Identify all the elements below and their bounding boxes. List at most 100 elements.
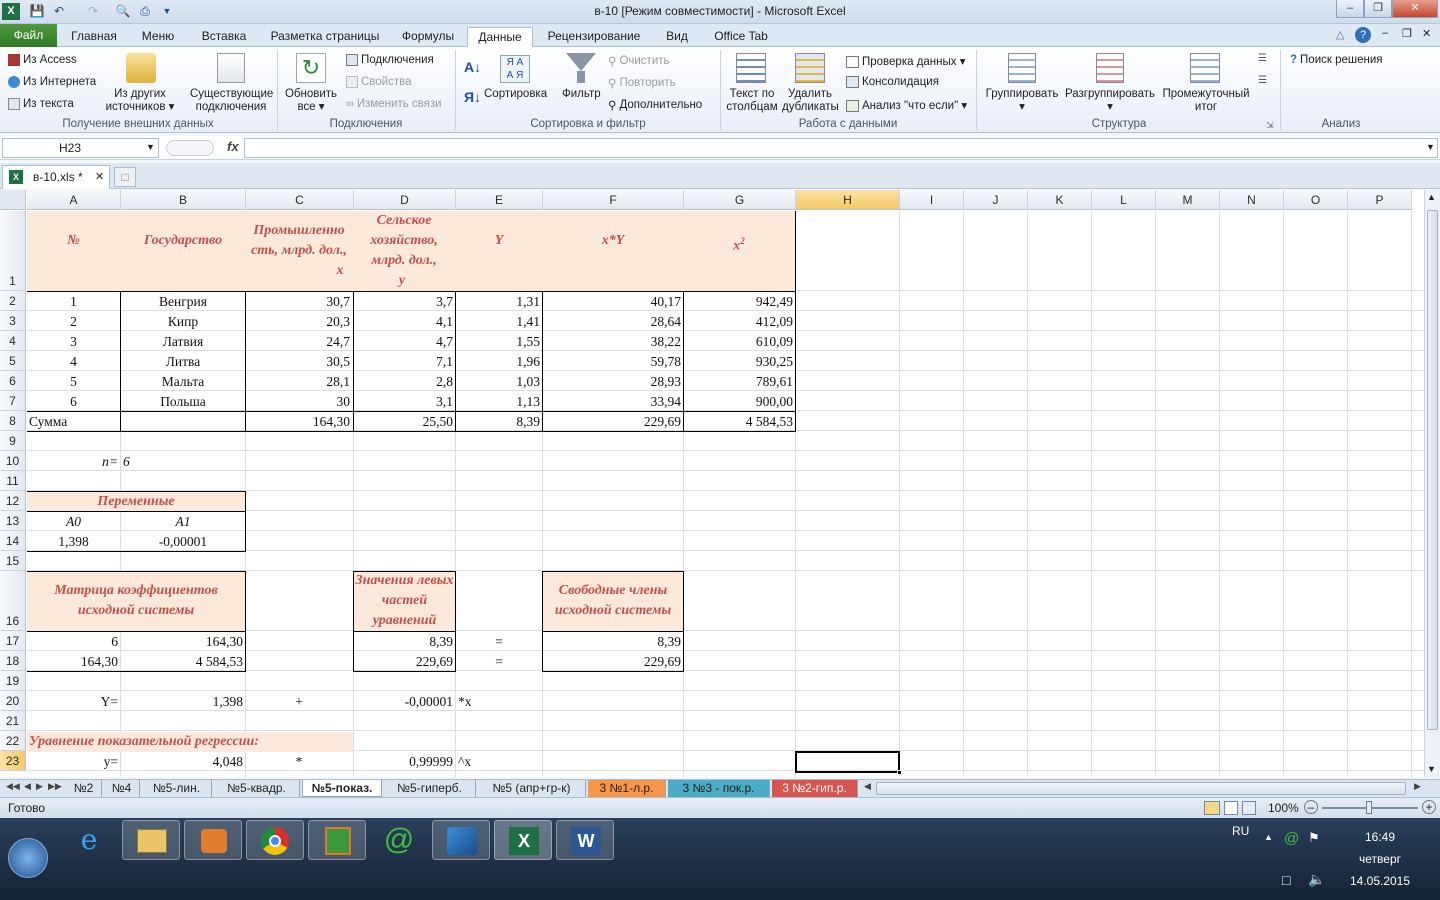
- group-button[interactable]: Группировать ▾: [984, 88, 1060, 114]
- column-header-F[interactable]: F: [543, 190, 684, 210]
- data-validation-button[interactable]: Проверка данных ▾: [846, 54, 966, 68]
- ungroup-button[interactable]: Разгруппировать ▾: [1064, 88, 1156, 114]
- from-access-button[interactable]: Из Access: [8, 54, 77, 66]
- name-box[interactable]: H23: [2, 138, 159, 158]
- doc-minimize-icon[interactable]: –: [1382, 27, 1388, 39]
- column-header-H[interactable]: H: [796, 190, 900, 210]
- vertical-scrollbar[interactable]: ▲ ▼: [1424, 190, 1440, 777]
- tray-expand-icon[interactable]: ▲: [1264, 832, 1273, 842]
- sort-az-icon[interactable]: A↓: [464, 59, 481, 75]
- column-header-D[interactable]: D: [354, 190, 456, 210]
- document-tab[interactable]: X в-10.xls * ✕: [2, 165, 110, 189]
- properties-button[interactable]: Свойства: [346, 76, 412, 88]
- tab-scroll-left-icon[interactable]: ◀: [864, 781, 871, 792]
- remove-duplicates-button[interactable]: Удалить дубликаты: [782, 88, 839, 114]
- row-header-21[interactable]: 21: [0, 711, 26, 731]
- row-header-14[interactable]: 14: [0, 531, 26, 551]
- outline-dialog-launcher-icon[interactable]: ⇲: [1266, 120, 1274, 131]
- row-header-3[interactable]: 3: [0, 311, 26, 331]
- tab-page-layout[interactable]: Разметка страницы: [264, 27, 386, 47]
- minimize-button[interactable]: –: [1336, 0, 1364, 18]
- row-header-4[interactable]: 4: [0, 331, 26, 351]
- from-text-button[interactable]: Из текста: [8, 98, 74, 110]
- connections-button[interactable]: Подключения: [346, 54, 434, 66]
- remote-app-icon[interactable]: [308, 820, 366, 860]
- zoom-in-icon[interactable]: +: [1422, 800, 1436, 814]
- ie-icon[interactable]: e: [60, 820, 118, 860]
- from-web-button[interactable]: Из Интернета: [8, 76, 96, 88]
- column-header-P[interactable]: P: [1348, 190, 1412, 210]
- sheet-tab[interactable]: 3 №2-гип.р.: [772, 780, 858, 797]
- select-all-button[interactable]: [0, 190, 26, 210]
- tab-file[interactable]: Файл: [0, 24, 57, 47]
- column-header-G[interactable]: G: [684, 190, 796, 210]
- insert-function-icon[interactable]: fx: [227, 139, 239, 154]
- sheet-tab[interactable]: №5-лин.: [142, 780, 212, 797]
- column-header-N[interactable]: N: [1220, 190, 1284, 210]
- row-header-23[interactable]: 23: [0, 751, 26, 771]
- fill-handle[interactable]: [897, 770, 902, 775]
- tab-data[interactable]: Данные: [467, 27, 533, 48]
- row-header-8[interactable]: 8: [0, 411, 26, 431]
- advanced-filter-button[interactable]: ⚲ Дополнительно: [608, 98, 702, 112]
- sheet-tab[interactable]: 3 №3 - пок.р.: [668, 780, 770, 797]
- row-header-18[interactable]: 18: [0, 651, 26, 671]
- start-button-icon[interactable]: [8, 838, 48, 878]
- hscroll-right-icon[interactable]: ▶: [1414, 781, 1421, 792]
- help-icon[interactable]: ?: [1355, 27, 1371, 43]
- solver-button[interactable]: ? Поиск решения: [1290, 54, 1383, 66]
- row-header-1[interactable]: 1: [0, 211, 26, 291]
- tab-view[interactable]: Вид: [656, 27, 698, 47]
- last-sheet-icon[interactable]: ▶▶: [48, 781, 62, 792]
- sort-za-icon[interactable]: Я↓: [464, 89, 481, 105]
- column-header-E[interactable]: E: [456, 190, 543, 210]
- media-player-icon[interactable]: [184, 820, 242, 860]
- tray-volume-icon[interactable]: 🔈: [1308, 871, 1325, 888]
- row-header-6[interactable]: 6: [0, 371, 26, 391]
- row-header-10[interactable]: 10: [0, 451, 26, 471]
- new-tab-icon[interactable]: □: [114, 167, 136, 187]
- ribbon-collapse-icon[interactable]: △: [1336, 28, 1344, 41]
- column-header-J[interactable]: J: [964, 190, 1028, 210]
- spreadsheet-grid[interactable]: ABCDEFGHIJKLMNOP 1 2 3 4 5 6 7 8 9 10 11 12 13 14 15 16…: [0, 190, 1424, 777]
- name-box-dropdown-icon[interactable]: ▼: [146, 142, 155, 152]
- row-header-2[interactable]: 2: [0, 291, 26, 311]
- tab-formulas[interactable]: Формулы: [394, 27, 462, 47]
- tab-office-tab[interactable]: Office Tab: [706, 27, 776, 47]
- page-break-view-icon[interactable]: [1242, 801, 1256, 815]
- row-header-12[interactable]: 12: [0, 491, 26, 511]
- row-header-19[interactable]: 19: [0, 671, 26, 691]
- tray-mail-icon[interactable]: @: [1284, 830, 1299, 847]
- edit-links-button[interactable]: ∞ Изменить связи: [346, 98, 442, 110]
- prev-sheet-icon[interactable]: ◀: [24, 781, 31, 792]
- first-sheet-icon[interactable]: ◀◀: [6, 781, 20, 792]
- explorer-icon[interactable]: [122, 820, 180, 860]
- other-sources-button[interactable]: Из других источников ▾: [104, 88, 176, 114]
- column-header-M[interactable]: M: [1156, 190, 1220, 210]
- sheet-tab[interactable]: 3 №1-л.р.: [588, 780, 666, 797]
- text-to-columns-button[interactable]: Текст по столбцам: [724, 88, 780, 114]
- sort-button[interactable]: Сортировка: [484, 88, 547, 100]
- scroll-thumb[interactable]: [1427, 210, 1438, 730]
- zoom-out-icon[interactable]: –: [1304, 800, 1318, 814]
- doc-restore-icon[interactable]: ❐: [1402, 27, 1412, 40]
- column-header-C[interactable]: C: [246, 190, 354, 210]
- row-header-5[interactable]: 5: [0, 351, 26, 371]
- tab-insert[interactable]: Вставка: [194, 27, 254, 47]
- zoom-level[interactable]: 100%: [1268, 801, 1299, 815]
- column-header-A[interactable]: A: [27, 190, 121, 210]
- column-header-K[interactable]: K: [1028, 190, 1092, 210]
- next-sheet-icon[interactable]: ▶: [36, 781, 43, 792]
- row-header-13[interactable]: 13: [0, 511, 26, 531]
- refresh-all-button[interactable]: Обновить все ▾: [282, 88, 340, 114]
- column-header-O[interactable]: O: [1284, 190, 1348, 210]
- row-header-15[interactable]: 15: [0, 551, 26, 571]
- sheet-tab[interactable]: №5 (апр+гр-к): [478, 780, 586, 797]
- close-button[interactable]: ✕: [1392, 0, 1438, 18]
- reapply-button[interactable]: ⚲ Повторить: [608, 76, 676, 90]
- row-header-9[interactable]: 9: [0, 431, 26, 451]
- tray-flag-icon[interactable]: ⚑: [1308, 830, 1320, 846]
- show-detail-icon[interactable]: ☰: [1258, 53, 1267, 64]
- filter-button[interactable]: Фильтр: [562, 88, 601, 100]
- scroll-up-icon[interactable]: ▲: [1427, 192, 1436, 202]
